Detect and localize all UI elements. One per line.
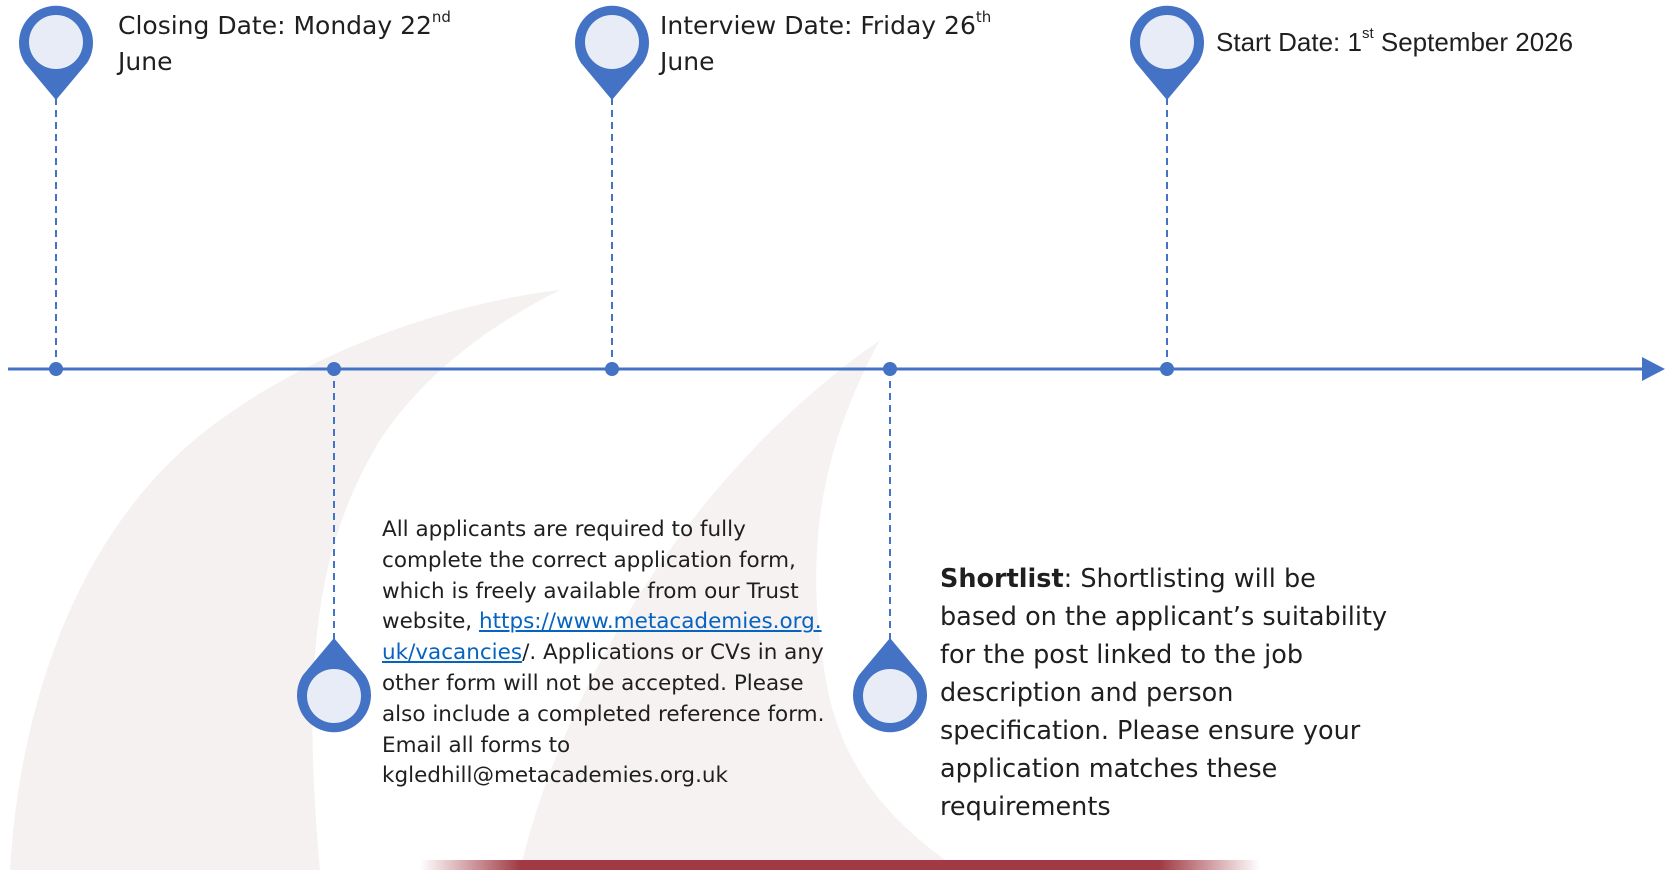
footer-accent-bar: [420, 860, 1260, 870]
label-interview-date: Interview Date: Friday 26th June: [660, 8, 1080, 80]
axis-dot-shortlist: [883, 362, 897, 376]
start-date-month: September 2026: [1373, 27, 1574, 57]
shortlist-body: : Shortlisting will be based on the appl…: [940, 564, 1388, 822]
pin-start-icon: [1130, 5, 1204, 100]
interview-date-month: June: [660, 47, 715, 76]
closing-date-text: Closing Date: Monday 22: [118, 11, 432, 40]
label-start-date: Start Date: 1st September 2026: [1216, 24, 1656, 60]
shortlist-description: Shortlist: Shortlisting will be based on…: [940, 560, 1390, 826]
interview-date-suffix: th: [975, 7, 992, 26]
timeline-diagram: [8, 5, 1665, 733]
interview-date-text: Interview Date: Friday 26: [660, 11, 976, 40]
label-closing-date: Closing Date: Monday 22nd June: [118, 8, 518, 80]
axis-dot-start: [1160, 362, 1174, 376]
start-date-suffix: st: [1361, 25, 1374, 43]
timeline-arrow-icon: [1642, 357, 1665, 381]
axis-dot-application: [327, 362, 341, 376]
axis-dot-closing: [49, 362, 63, 376]
application-instructions: All applicants are required to fully com…: [382, 515, 830, 792]
closing-date-month: June: [118, 47, 173, 76]
axis-dot-interview: [605, 362, 619, 376]
shortlist-heading: Shortlist: [940, 564, 1064, 594]
pin-application-icon: [297, 638, 371, 733]
start-date-text: Start Date: 1: [1216, 27, 1362, 57]
closing-date-suffix: nd: [431, 7, 451, 26]
pin-interview-icon: [575, 5, 650, 101]
pin-closing-icon: [19, 5, 93, 100]
pin-shortlist-icon: [853, 638, 927, 733]
